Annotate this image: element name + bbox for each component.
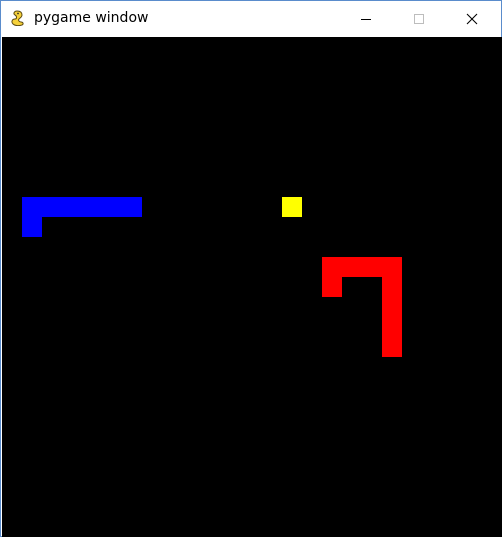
- maximize-button[interactable]: [396, 1, 442, 36]
- red-snake-segment: [382, 297, 402, 317]
- maximize-icon: [414, 13, 424, 24]
- close-button[interactable]: [449, 1, 495, 36]
- blue-snake-segment: [102, 197, 122, 217]
- red-snake-segment: [362, 257, 382, 277]
- pygame-snake-icon: [10, 10, 26, 27]
- title-bar[interactable]: pygame window: [1, 1, 501, 36]
- red-snake-segment: [382, 257, 402, 277]
- red-snake-segment: [342, 257, 362, 277]
- blue-snake-head: [22, 217, 42, 237]
- blue-snake-segment: [82, 197, 102, 217]
- minimize-icon: [361, 14, 371, 24]
- red-snake-segment: [382, 337, 402, 357]
- red-snake-segment: [322, 257, 342, 277]
- blue-snake-segment: [122, 197, 142, 217]
- blue-snake-segment: [42, 197, 62, 217]
- game-canvas[interactable]: [2, 37, 502, 537]
- window-title: pygame window: [34, 10, 149, 26]
- food-pellet: [282, 197, 302, 217]
- blue-snake-segment: [62, 197, 82, 217]
- red-snake-segment: [382, 317, 402, 337]
- close-icon: [466, 13, 478, 25]
- red-snake-head: [322, 277, 342, 297]
- pygame-window: pygame window: [0, 0, 502, 537]
- blue-snake-segment: [22, 197, 42, 217]
- minimize-button[interactable]: [343, 1, 389, 36]
- red-snake-segment: [382, 277, 402, 297]
